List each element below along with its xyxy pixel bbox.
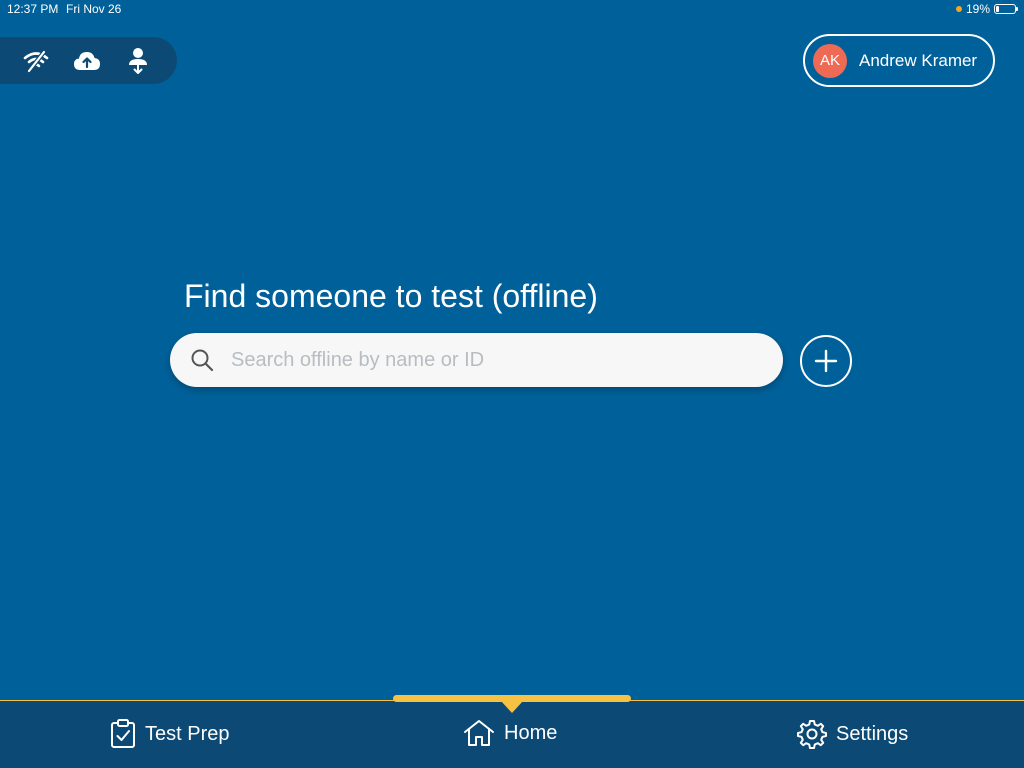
add-person-button[interactable] — [800, 335, 852, 387]
avatar: AK — [813, 43, 847, 78]
status-bar: 12:37 PM Fri Nov 26 19% — [0, 0, 1024, 18]
tab-home[interactable]: Home — [463, 719, 557, 747]
bottom-navigation: Test Prep Home Settings — [0, 695, 1024, 768]
search-icon — [191, 349, 214, 372]
tab-label: Home — [504, 721, 558, 744]
tab-label: Test Prep — [145, 722, 230, 745]
battery-icon — [994, 4, 1018, 14]
tab-test-prep[interactable]: Test Prep — [110, 719, 229, 749]
user-name: Andrew Kramer — [859, 50, 978, 70]
page-title: Find someone to test (offline) — [184, 278, 598, 314]
search-input[interactable] — [229, 347, 753, 373]
status-date: Fri Nov 26 — [66, 2, 122, 16]
plus-icon — [814, 349, 838, 373]
recording-dot-icon — [955, 6, 962, 12]
wifi-off-icon[interactable] — [20, 45, 52, 77]
sync-toolbar — [0, 37, 177, 84]
tab-label: Settings — [836, 722, 909, 745]
search-bar[interactable] — [170, 333, 783, 387]
home-icon — [464, 720, 494, 746]
active-tab-notch — [501, 701, 523, 713]
status-indicators: 19% — [955, 2, 1018, 16]
status-time: 12:37 PM — [7, 2, 59, 16]
person-download-icon[interactable] — [122, 45, 154, 77]
user-profile-button[interactable]: AK Andrew Kramer — [803, 34, 995, 87]
battery-percentage: 19% — [965, 2, 990, 16]
clipboard-check-icon — [111, 719, 135, 748]
cloud-upload-icon[interactable] — [71, 45, 103, 77]
gear-icon — [797, 720, 827, 749]
tab-settings[interactable]: Settings — [797, 719, 908, 749]
